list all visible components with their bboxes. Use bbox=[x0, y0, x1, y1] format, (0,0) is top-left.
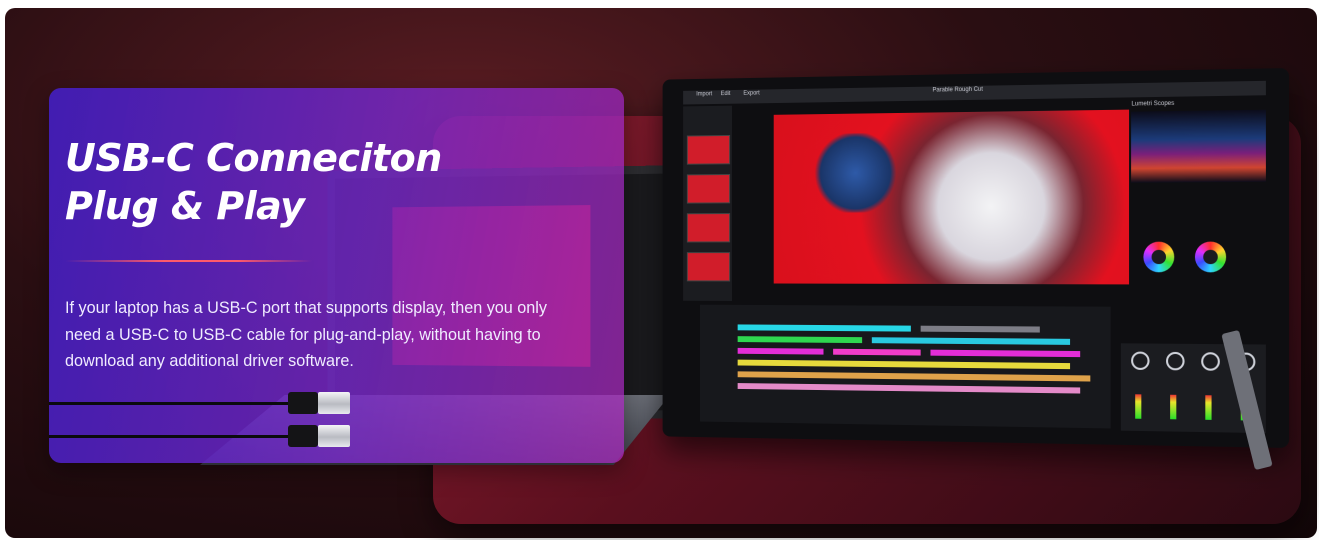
editor-bin-panel bbox=[683, 105, 732, 301]
pan-knob-icon bbox=[1166, 351, 1185, 371]
editor-timeline bbox=[699, 304, 1111, 429]
pan-knob-icon bbox=[1201, 352, 1220, 371]
feature-description: If your laptop has a USB-C port that sup… bbox=[65, 299, 547, 370]
bin-thumbnail bbox=[686, 213, 731, 243]
bin-thumbnail bbox=[686, 134, 731, 165]
usb-c-connector-icon bbox=[318, 425, 350, 447]
usb-c-plug-housing bbox=[288, 425, 318, 447]
portable-monitor-image: Import Edit Export Parable Rough Cut Lum… bbox=[662, 68, 1290, 448]
bin-thumbnail bbox=[686, 174, 731, 204]
pan-knob-icon bbox=[1131, 351, 1150, 371]
timeline-clip bbox=[737, 371, 1091, 382]
usb-c-cable bbox=[49, 402, 289, 405]
usb-c-plug-housing bbox=[288, 392, 318, 414]
bin-thumbnail bbox=[686, 252, 731, 282]
timeline-clip bbox=[920, 325, 1040, 333]
video-figure bbox=[811, 132, 900, 213]
editor-tab: Import bbox=[696, 91, 713, 98]
editor-project-title: Parable Rough Cut bbox=[932, 86, 983, 94]
feature-headline: USB-C Conneciton Plug & Play bbox=[65, 134, 505, 230]
timeline-clip bbox=[737, 347, 824, 355]
headline-line-1: USB-C Conneciton bbox=[65, 136, 442, 180]
editor-tab: Edit bbox=[720, 91, 731, 98]
audio-level-meter bbox=[1170, 394, 1177, 420]
timeline-clip bbox=[737, 383, 1081, 394]
editor-top-bar: Import Edit Export Parable Rough Cut bbox=[683, 80, 1266, 105]
audio-level-meter bbox=[1135, 394, 1142, 419]
program-monitor-video bbox=[773, 109, 1130, 285]
timeline-clip bbox=[737, 336, 863, 344]
timeline-clip bbox=[833, 348, 921, 356]
headline-line-2: Plug & Play bbox=[65, 184, 305, 228]
shadow-tint-color-wheel-icon bbox=[1143, 241, 1175, 273]
editor-tab: Export bbox=[743, 90, 760, 97]
audio-level-meter bbox=[1205, 395, 1212, 420]
usb-c-cable bbox=[49, 435, 289, 438]
highlight-tint-color-wheel-icon bbox=[1194, 241, 1227, 273]
headline-divider bbox=[65, 260, 312, 262]
scopes-panel-label: Lumetri Scopes bbox=[1131, 100, 1175, 108]
timeline-clip bbox=[871, 337, 1071, 345]
timeline-clip bbox=[737, 359, 1071, 370]
timeline-clip bbox=[930, 349, 1081, 358]
usb-c-connector-icon bbox=[318, 392, 350, 414]
lumetri-scopes-graph bbox=[1131, 109, 1266, 183]
timeline-clip bbox=[737, 324, 911, 332]
